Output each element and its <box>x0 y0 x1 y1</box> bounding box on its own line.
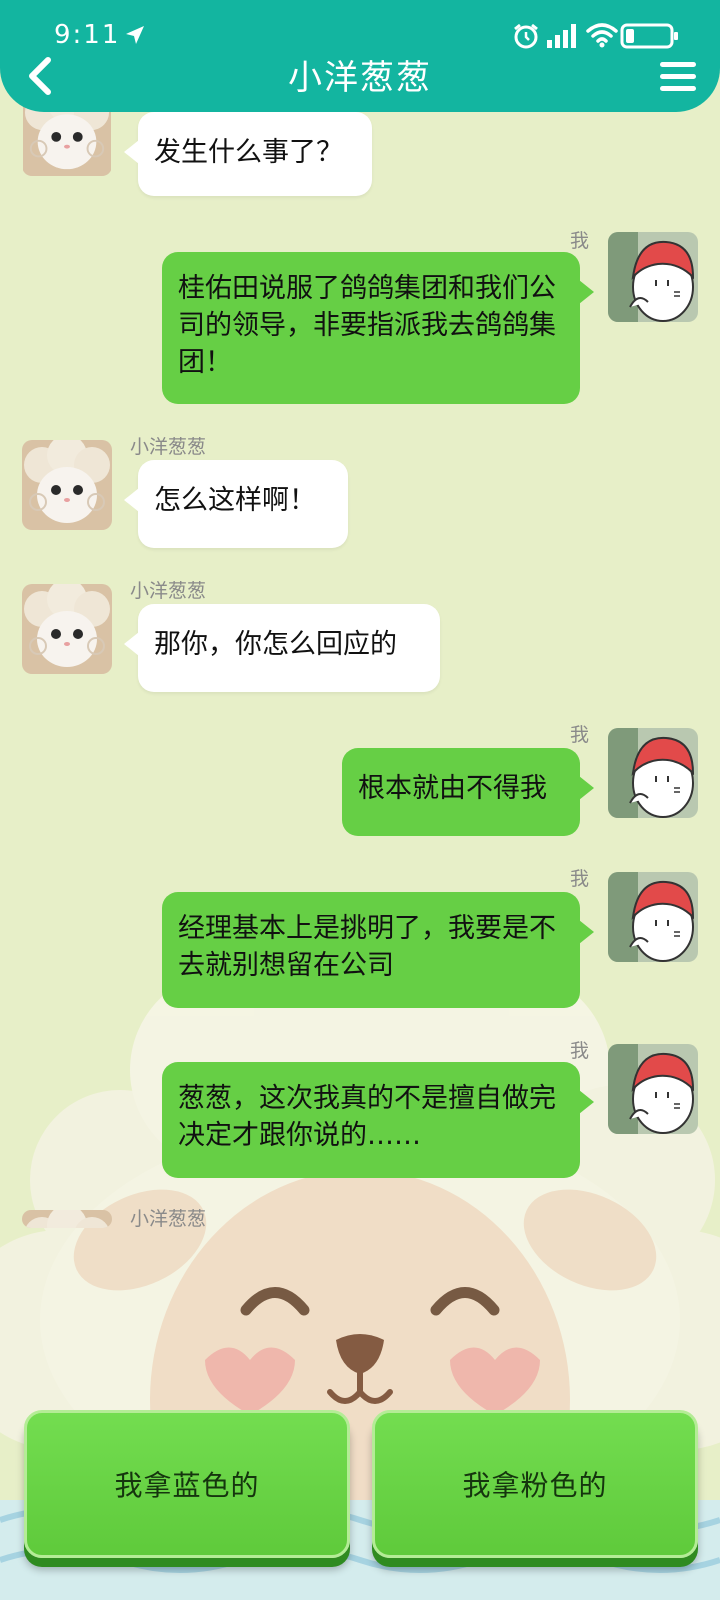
message-bubble: 那你，你怎么回应的 <box>124 604 440 692</box>
contact-avatar[interactable] <box>22 584 112 674</box>
message-bubble: 葱葱，这次我真的不是擅自做完决定才跟你说的…… <box>162 1062 594 1178</box>
battery-icon <box>620 23 678 49</box>
message-bubble: 发生什么事了？ <box>124 112 372 196</box>
chat-title: 小洋葱葱 <box>288 58 432 98</box>
contact-avatar[interactable] <box>22 440 112 530</box>
app-header: 9:11 小洋葱葱 <box>0 0 720 112</box>
contact-avatar[interactable] <box>22 1210 112 1228</box>
message-bubble: 怎么这样啊！ <box>124 460 348 548</box>
choice-label: 我拿蓝色的 <box>114 1469 260 1502</box>
alarm-icon <box>514 23 538 49</box>
sender-name: 我 <box>570 1040 590 1062</box>
sender-name: 我 <box>570 724 590 746</box>
my-avatar[interactable] <box>608 232 698 322</box>
wifi-icon <box>586 23 618 48</box>
choice-button-blue[interactable]: 我拿蓝色的 <box>24 1410 350 1558</box>
sender-name: 小洋葱葱 <box>130 436 207 458</box>
choice-label: 我拿粉色的 <box>462 1469 608 1502</box>
sender-name: 小洋葱葱 <box>130 580 207 602</box>
message-bubble: 根本就由不得我 <box>342 748 594 836</box>
message-bubble: 经理基本上是挑明了，我要是不去就别想留在公司 <box>162 892 594 1008</box>
status-time: 9:11 <box>54 20 121 50</box>
location-arrow-icon <box>126 26 144 44</box>
menu-icon[interactable] <box>658 58 698 96</box>
chat-message-list: 发生什么事了？ 我 桂佑田说服了鸽鸽集团和我们公司的领导，非要指派我去鸽鸽集团！… <box>0 0 720 1600</box>
my-avatar[interactable] <box>608 872 698 962</box>
my-avatar[interactable] <box>608 1044 698 1134</box>
my-avatar[interactable] <box>608 728 698 818</box>
sender-name: 我 <box>570 868 590 890</box>
signal-icon <box>547 24 576 48</box>
choice-button-pink[interactable]: 我拿粉色的 <box>372 1410 698 1558</box>
sender-name: 我 <box>570 230 590 252</box>
message-bubble: 桂佑田说服了鸽鸽集团和我们公司的领导，非要指派我去鸽鸽集团！ <box>162 252 594 404</box>
sender-name: 小洋葱葱 <box>130 1208 207 1230</box>
